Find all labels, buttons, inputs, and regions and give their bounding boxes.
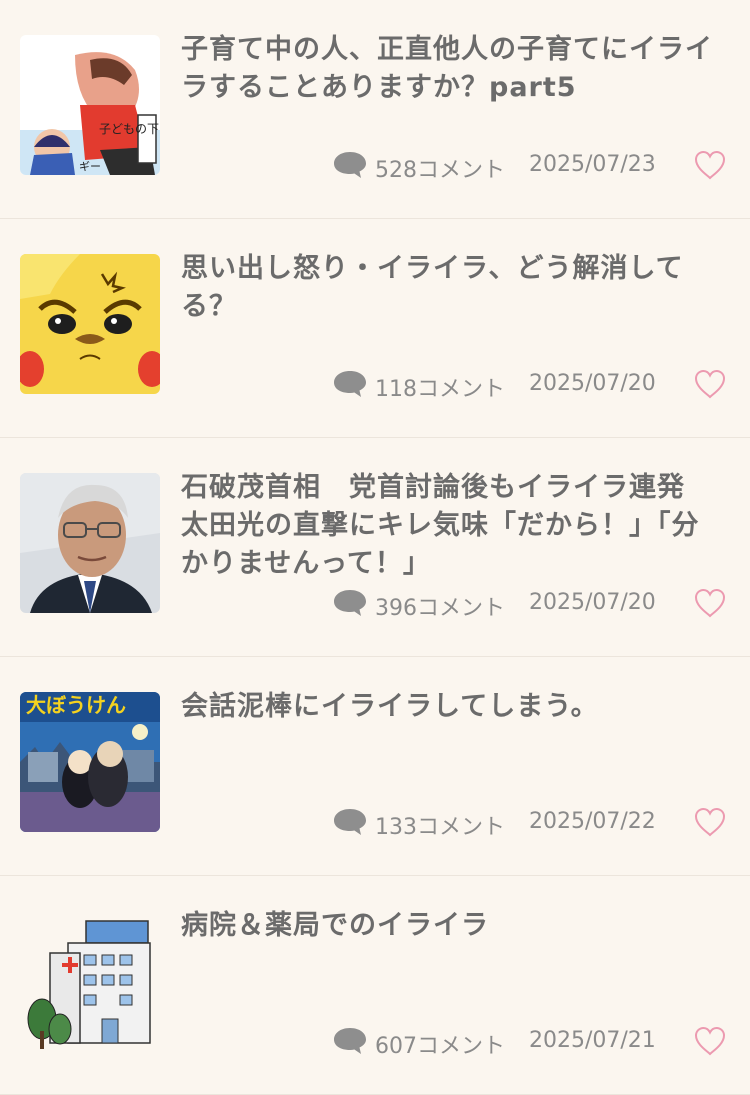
topic-title[interactable]: 石破茂首相 党首討論後もイライラ連発 太田光の直撃にキレ気味「だから！」「分かり… <box>181 469 726 583</box>
comment-count: 118コメント <box>375 377 505 402</box>
svg-text:ギー: ギー <box>79 160 101 173</box>
comment-bubble-icon <box>334 152 366 178</box>
post-date: 2025/07/21 <box>529 1028 656 1053</box>
post-date: 2025/07/20 <box>529 590 656 615</box>
topic-meta: 396コメント 2025/07/20 <box>330 584 730 624</box>
comment-bubble-icon <box>334 1028 366 1054</box>
comment-count: 133コメント <box>375 815 505 840</box>
heart-outline-icon[interactable] <box>693 149 727 181</box>
svg-text:大ぼうけん: 大ぼうけん <box>26 693 126 717</box>
post-date: 2025/07/23 <box>529 152 656 177</box>
comment-bubble-icon <box>334 809 366 835</box>
topic-item[interactable]: 大ぼうけん 会話泥棒にイライラしてしまう。 133コメント 2025/07/22 <box>0 657 750 876</box>
topic-item[interactable]: 思い出し怒り・イライラ、どう解消してる？ 118コメント 2025/07/20 <box>0 219 750 438</box>
heart-outline-icon[interactable] <box>693 587 727 619</box>
comment-count: 528コメント <box>375 158 505 183</box>
topic-title[interactable]: 病院＆薬局でのイライラ <box>181 907 726 945</box>
topic-thumbnail <box>20 473 160 613</box>
comment-bubble-icon <box>334 590 366 616</box>
topic-thumbnail <box>20 911 160 1051</box>
topic-title[interactable]: 会話泥棒にイライラしてしまう。 <box>181 688 726 726</box>
topic-meta: 607コメント 2025/07/21 <box>330 1022 730 1062</box>
topic-thumbnail <box>20 254 160 394</box>
comment-count: 607コメント <box>375 1034 505 1059</box>
heart-outline-icon[interactable] <box>693 368 727 400</box>
thumbnail-caption: 子どもの下ネタに <box>99 122 160 136</box>
topic-list: 子どもの下ネタに ギー 子育て中の人、正直他人の子育てにイライラすることあります… <box>0 0 750 1095</box>
topic-title[interactable]: 思い出し怒り・イライラ、どう解消してる？ <box>181 250 726 326</box>
heart-outline-icon[interactable] <box>693 806 727 838</box>
comment-bubble-icon <box>334 371 366 397</box>
topic-item[interactable]: 子どもの下ネタに ギー 子育て中の人、正直他人の子育てにイライラすることあります… <box>0 0 750 219</box>
topic-item[interactable]: 石破茂首相 党首討論後もイライラ連発 太田光の直撃にキレ気味「だから！」「分かり… <box>0 438 750 657</box>
topic-thumbnail: 大ぼうけん <box>20 692 160 832</box>
topic-meta: 528コメント 2025/07/23 <box>330 146 730 186</box>
topic-meta: 133コメント 2025/07/22 <box>330 803 730 843</box>
post-date: 2025/07/22 <box>529 809 656 834</box>
topic-thumbnail: 子どもの下ネタに ギー <box>20 35 160 175</box>
topic-meta: 118コメント 2025/07/20 <box>330 365 730 405</box>
heart-outline-icon[interactable] <box>693 1025 727 1057</box>
post-date: 2025/07/20 <box>529 371 656 396</box>
topic-title[interactable]: 子育て中の人、正直他人の子育てにイライラすることありますか？part5 <box>181 31 726 107</box>
comment-count: 396コメント <box>375 596 505 621</box>
topic-item[interactable]: 病院＆薬局でのイライラ 607コメント 2025/07/21 <box>0 876 750 1095</box>
